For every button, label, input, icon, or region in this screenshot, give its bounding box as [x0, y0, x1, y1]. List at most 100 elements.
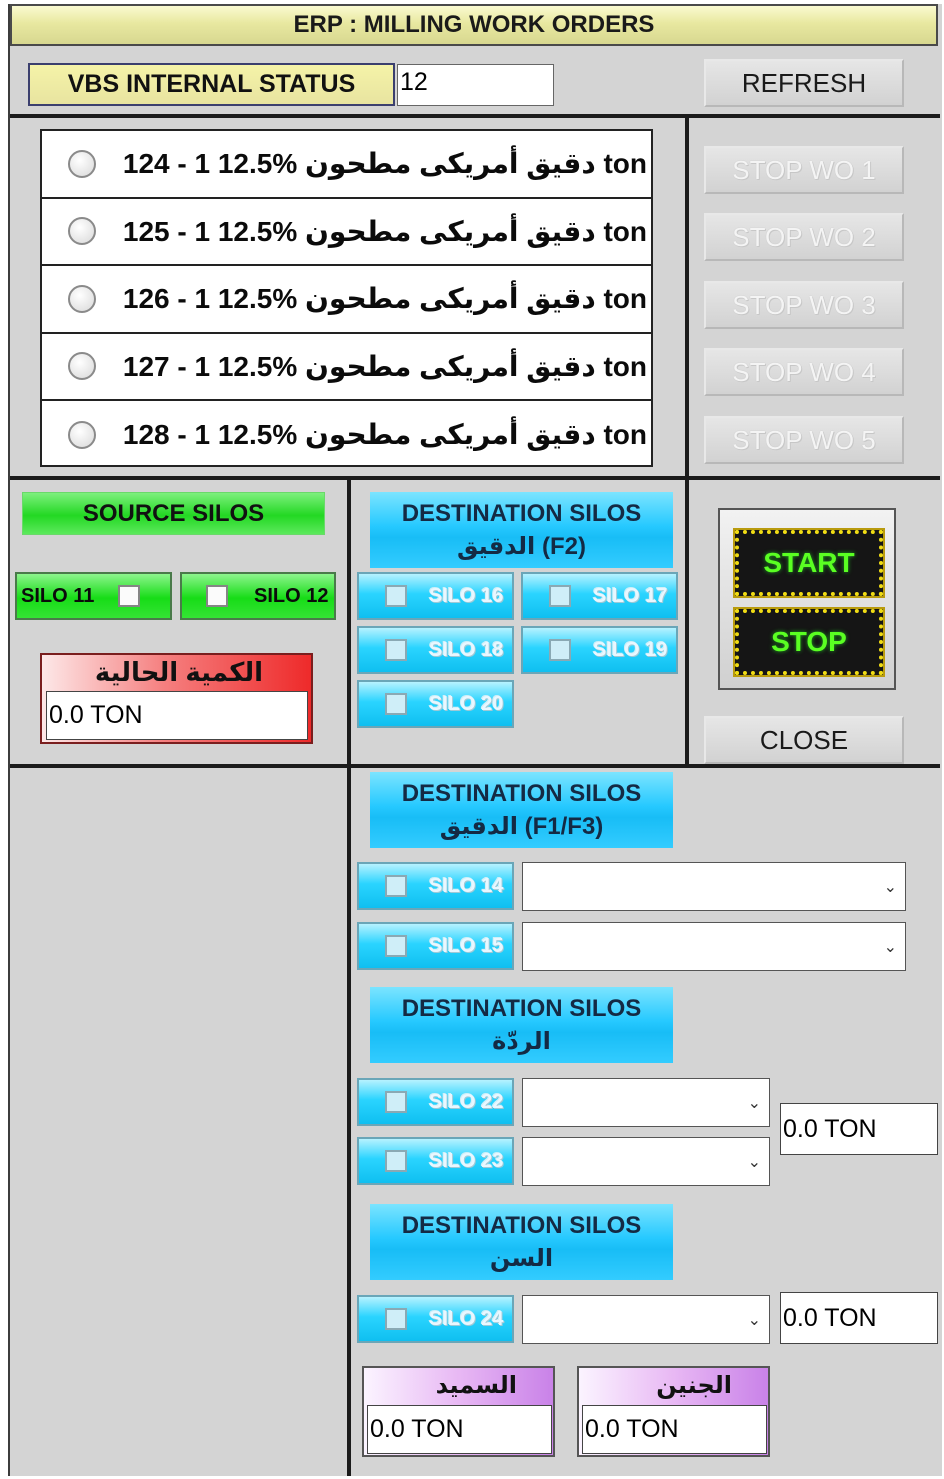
status-label: VBS INTERNAL STATUS	[28, 63, 395, 106]
destination-header-sub: الدقيق (F2)	[457, 533, 586, 560]
destination-header-title: DESTINATION SILOS	[401, 500, 642, 527]
silo-20-checkbox[interactable]	[385, 693, 407, 715]
silo-22-checkbox[interactable]	[385, 1091, 407, 1113]
work-order-label: 128 - 1 12.5% دقيق أمريكى مطحون ton	[122, 419, 647, 451]
silo-label: SILO 18	[429, 638, 504, 661]
destination-header-title: DESTINATION SILOS	[401, 995, 642, 1022]
destination-header-sub: الدقيق (F1/F3)	[439, 813, 604, 840]
destination-header-sub: السن	[489, 1245, 554, 1272]
divider	[685, 480, 689, 768]
work-order-label: 127 - 1 12.5% دقيق أمريكى مطحون ton	[122, 350, 647, 382]
silo-label: SILO 24	[429, 1307, 504, 1330]
radio-button[interactable]	[68, 284, 96, 313]
silo-16-toggle[interactable]: SILO 16	[357, 572, 514, 620]
silo-12-checkbox[interactable]	[206, 585, 228, 607]
silo-16-checkbox[interactable]	[385, 585, 407, 607]
current-quantity-label: الكمية الحالية	[94, 657, 263, 687]
destination-f2-header: DESTINATION SILOS الدقيق (F2)	[370, 492, 673, 568]
silo-19-toggle[interactable]: SILO 19	[521, 626, 678, 674]
silo-24-checkbox[interactable]	[385, 1308, 407, 1330]
current-quantity-box: الكمية الحالية 0.0 TON	[40, 653, 313, 744]
silo-label: SILO 17	[593, 584, 668, 607]
silo-23-toggle[interactable]: SILO 23	[357, 1137, 514, 1185]
chevron-down-icon: ⌄	[747, 1153, 761, 1171]
silo-22-dropdown[interactable]: ⌄	[522, 1078, 770, 1127]
stop-wo-2-button[interactable]: STOP WO 2	[704, 213, 904, 261]
current-quantity-value: 0.0 TON	[46, 691, 308, 740]
radio-button[interactable]	[68, 352, 96, 381]
work-order-row[interactable]: 124 - 1 12.5% دقيق أمريكى مطحون ton	[42, 131, 651, 199]
stop-button[interactable]: STOP	[733, 607, 885, 677]
silo-18-checkbox[interactable]	[385, 639, 407, 661]
semolina-box: السميد 0.0 TON	[362, 1366, 555, 1457]
silo-14-toggle[interactable]: SILO 14	[357, 862, 514, 910]
silo-label: SILO 20	[429, 692, 504, 715]
silo-19-checkbox[interactable]	[549, 639, 571, 661]
radio-button[interactable]	[68, 217, 96, 246]
silo-11-toggle[interactable]: SILO 11	[15, 572, 172, 620]
destination-header-sub: الردّة	[492, 1028, 551, 1055]
radio-button[interactable]	[68, 149, 96, 178]
silo-14-checkbox[interactable]	[385, 875, 407, 897]
silo-15-dropdown[interactable]: ⌄	[522, 922, 906, 971]
silo-15-checkbox[interactable]	[385, 935, 407, 957]
radio-button[interactable]	[68, 420, 96, 449]
stop-wo-5-button[interactable]: STOP WO 5	[704, 416, 904, 464]
silo-17-checkbox[interactable]	[549, 585, 571, 607]
silo-label: SILO 22	[429, 1090, 504, 1113]
divider	[10, 764, 940, 768]
refresh-button[interactable]: REFRESH	[704, 59, 904, 107]
destination-bran-header: DESTINATION SILOS الردّة	[370, 987, 673, 1063]
stop-wo-3-button[interactable]: STOP WO 3	[704, 281, 904, 329]
status-input[interactable]: 12	[397, 64, 554, 106]
silo-20-toggle[interactable]: SILO 20	[357, 680, 514, 728]
work-order-row[interactable]: 127 - 1 12.5% دقيق أمريكى مطحون ton	[42, 334, 651, 401]
germ-label: الجنين	[656, 1372, 732, 1399]
divider	[10, 476, 940, 480]
stop-wo-4-button[interactable]: STOP WO 4	[704, 348, 904, 396]
chevron-down-icon: ⌄	[747, 1094, 761, 1112]
silo-label: SILO 14	[429, 874, 504, 897]
silo-17-toggle[interactable]: SILO 17	[521, 572, 678, 620]
semolina-label: السميد	[435, 1372, 517, 1399]
germ-quantity-value: 0.0 TON	[582, 1405, 767, 1454]
silo-22-toggle[interactable]: SILO 22	[357, 1078, 514, 1126]
divider	[685, 116, 689, 478]
source-silos-header: SOURCE SILOS	[22, 492, 325, 535]
chevron-down-icon: ⌄	[883, 878, 897, 896]
semolina-quantity-value: 0.0 TON	[367, 1405, 552, 1454]
silo-24-toggle[interactable]: SILO 24	[357, 1295, 514, 1343]
silo-12-toggle[interactable]: SILO 12	[180, 572, 336, 620]
work-order-row[interactable]: 128 - 1 12.5% دقيق أمريكى مطحون ton	[42, 401, 651, 469]
stop-wo-1-button[interactable]: STOP WO 1	[704, 146, 904, 194]
start-stop-panel: START STOP	[718, 508, 896, 690]
divider	[347, 480, 351, 1476]
germ-box: الجنين 0.0 TON	[577, 1366, 770, 1457]
sen-quantity-value: 0.0 TON	[780, 1292, 938, 1344]
destination-header-title: DESTINATION SILOS	[401, 780, 642, 807]
silo-14-dropdown[interactable]: ⌄	[522, 862, 906, 911]
start-button[interactable]: START	[733, 528, 885, 598]
close-button[interactable]: CLOSE	[704, 716, 904, 764]
work-order-row[interactable]: 126 - 1 12.5% دقيق أمريكى مطحون ton	[42, 266, 651, 334]
work-order-label: 125 - 1 12.5% دقيق أمريكى مطحون ton	[122, 215, 647, 247]
destination-f1f3-header: DESTINATION SILOS الدقيق (F1/F3)	[370, 772, 673, 848]
work-order-label: 126 - 1 12.5% دقيق أمريكى مطحون ton	[122, 283, 647, 315]
silo-label: SILO 12	[254, 584, 329, 607]
bran-quantity-value: 0.0 TON	[780, 1103, 938, 1155]
chevron-down-icon: ⌄	[747, 1311, 761, 1329]
silo-label: SILO 15	[429, 934, 504, 957]
silo-24-dropdown[interactable]: ⌄	[522, 1295, 770, 1344]
silo-23-checkbox[interactable]	[385, 1150, 407, 1172]
work-order-list: 124 - 1 12.5% دقيق أمريكى مطحون ton 125 …	[40, 129, 653, 467]
silo-18-toggle[interactable]: SILO 18	[357, 626, 514, 674]
silo-11-checkbox[interactable]	[118, 585, 141, 607]
silo-label: SILO 19	[593, 638, 668, 661]
work-order-row[interactable]: 125 - 1 12.5% دقيق أمريكى مطحون ton	[42, 199, 651, 266]
chevron-down-icon: ⌄	[883, 938, 897, 956]
destination-sen-header: DESTINATION SILOS السن	[370, 1204, 673, 1280]
destination-header-title: DESTINATION SILOS	[401, 1212, 642, 1239]
divider	[10, 114, 940, 118]
silo-15-toggle[interactable]: SILO 15	[357, 922, 514, 970]
silo-23-dropdown[interactable]: ⌄	[522, 1137, 770, 1186]
